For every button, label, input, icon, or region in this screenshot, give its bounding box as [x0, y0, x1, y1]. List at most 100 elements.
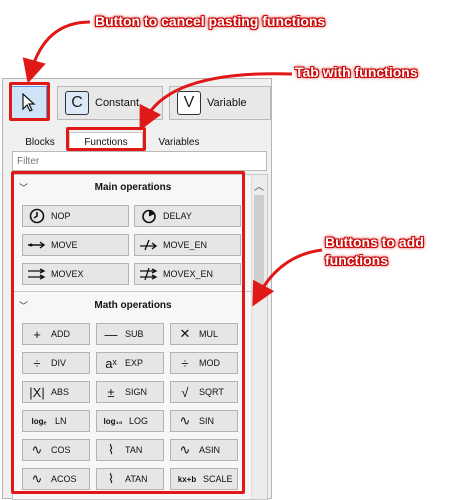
log10-icon: log₁₀ [103, 416, 123, 426]
function-button-tan[interactable]: ⌇ TAN [96, 439, 164, 461]
function-label: ACOS [51, 474, 77, 484]
function-button-exp[interactable]: aˣ EXP [96, 352, 164, 374]
tangent-icon: ⌇ [107, 442, 115, 457]
plus-icon: + [33, 326, 41, 342]
multiply-icon: ✕ [179, 326, 191, 341]
function-button-movex-en[interactable]: MOVEX_EN [134, 263, 241, 285]
function-label: MOVE [51, 240, 78, 250]
chevron-down-icon: ﹀ [19, 300, 29, 311]
function-label: DELAY [163, 211, 192, 221]
variable-label: Variable [207, 97, 247, 109]
function-label: DIV [51, 358, 67, 368]
function-label: NOP [51, 211, 71, 221]
section-title-main: Main operations [94, 181, 172, 193]
function-button-delay[interactable]: DELAY [134, 205, 241, 227]
tab-variables[interactable]: Variables [143, 133, 215, 151]
cosine-icon: ∿ [31, 442, 43, 457]
function-button-movex[interactable]: MOVEX [22, 263, 129, 285]
function-button-log[interactable]: log₁₀ LOG [96, 410, 164, 432]
function-button-add[interactable]: + ADD [22, 323, 90, 345]
plus-minus-icon: ± [107, 384, 115, 400]
scrollbar[interactable]: ︿ [251, 175, 267, 499]
arctangent-icon: ⌇ [107, 471, 115, 486]
function-button-div[interactable]: ÷ DIV [22, 352, 90, 374]
function-label: SCALE [203, 474, 233, 484]
function-label: MOVE_EN [163, 240, 208, 250]
minus-icon: — [104, 326, 118, 342]
function-label: SIN [199, 416, 215, 426]
exponent-icon: aˣ [105, 355, 117, 371]
arccosine-icon: ∿ [31, 471, 43, 486]
function-button-sin[interactable]: ∿ SIN [170, 410, 238, 432]
constant-icon: C [65, 91, 89, 115]
function-label: MOD [199, 358, 220, 368]
section-title-math: Math operations [94, 299, 172, 311]
chevron-down-icon: ﹀ [19, 182, 29, 193]
move-arrow-icon [27, 240, 47, 250]
function-label: LOG [129, 416, 149, 426]
scroll-thumb[interactable] [254, 195, 264, 295]
function-button-asin[interactable]: ∿ ASIN [170, 439, 238, 461]
section-header-main[interactable]: ﹀ Main operations [13, 177, 253, 197]
function-button-sqrt[interactable]: √ SQRT [170, 381, 238, 403]
function-label: SQRT [199, 387, 224, 397]
function-label: ADD [51, 329, 71, 339]
function-label: SUB [125, 329, 144, 339]
function-button-acos[interactable]: ∿ ACOS [22, 468, 90, 490]
natural-log-icon: logₑ [31, 416, 47, 426]
function-label: MOVEX [51, 269, 84, 279]
function-label: MUL [199, 329, 219, 339]
function-button-mul[interactable]: ✕ MUL [170, 323, 238, 345]
movex-enable-icon [139, 268, 159, 280]
divide-icon: ÷ [33, 355, 41, 371]
callout-add-line1: Buttons to add [325, 234, 424, 250]
function-button-move-en[interactable]: MOVE_EN [134, 234, 241, 256]
function-button-ln[interactable]: logₑ LN [22, 410, 90, 432]
function-label: ABS [51, 387, 70, 397]
functions-list: ︿ ﹀ Main operations NOP DELAY MOVE MOVE_… [12, 174, 268, 500]
timer-icon [139, 208, 159, 224]
function-button-abs[interactable]: |X| ABS [22, 381, 90, 403]
modulo-icon: ÷ [181, 355, 189, 371]
function-label: EXP [125, 358, 144, 368]
constant-label: Constant [95, 97, 140, 109]
function-label: SIGN [125, 387, 148, 397]
callout-cancel: Button to cancel pasting functions [95, 13, 326, 29]
absolute-icon: |X| [29, 384, 45, 400]
section-header-math[interactable]: ﹀ Math operations [13, 295, 253, 315]
variable-icon: V [177, 91, 201, 115]
variable-button[interactable]: V Variable [169, 86, 271, 120]
toolbox-panel: C Constant V Variable Blocks Functions V… [2, 78, 272, 500]
move-enable-icon [139, 239, 159, 251]
scale-icon: kx+b [177, 474, 197, 484]
arcsine-icon: ∿ [179, 442, 191, 457]
cancel-paste-button[interactable] [11, 86, 47, 120]
function-button-nop[interactable]: NOP [22, 205, 129, 227]
tab-functions[interactable]: Functions [69, 132, 143, 152]
function-button-move[interactable]: MOVE [22, 234, 129, 256]
function-label: ASIN [199, 445, 221, 455]
scroll-up-icon[interactable]: ︿ [254, 178, 264, 193]
function-button-atan[interactable]: ⌇ ATAN [96, 468, 164, 490]
function-label: MOVEX_EN [163, 269, 214, 279]
square-root-icon: √ [181, 384, 189, 400]
function-label: TAN [125, 445, 143, 455]
section-divider [13, 291, 253, 292]
function-button-mod[interactable]: ÷ MOD [170, 352, 238, 374]
function-button-sub[interactable]: — SUB [96, 323, 164, 345]
function-label: LN [55, 416, 67, 426]
function-button-scale[interactable]: kx+b SCALE [170, 468, 238, 490]
cursor-arrow-icon [22, 93, 36, 112]
callout-tab: Tab with functions [295, 64, 418, 80]
function-button-cos[interactable]: ∿ COS [22, 439, 90, 461]
clock-icon [27, 208, 47, 224]
function-label: ATAN [125, 474, 148, 484]
callout-add-line2: functions [325, 252, 388, 268]
function-label: COS [51, 445, 71, 455]
movex-icon [27, 268, 47, 280]
filter-input[interactable] [12, 151, 267, 171]
sine-icon: ∿ [179, 413, 191, 428]
function-button-sign[interactable]: ± SIGN [96, 381, 164, 403]
constant-button[interactable]: C Constant [57, 86, 163, 120]
tab-blocks[interactable]: Blocks [11, 133, 69, 151]
